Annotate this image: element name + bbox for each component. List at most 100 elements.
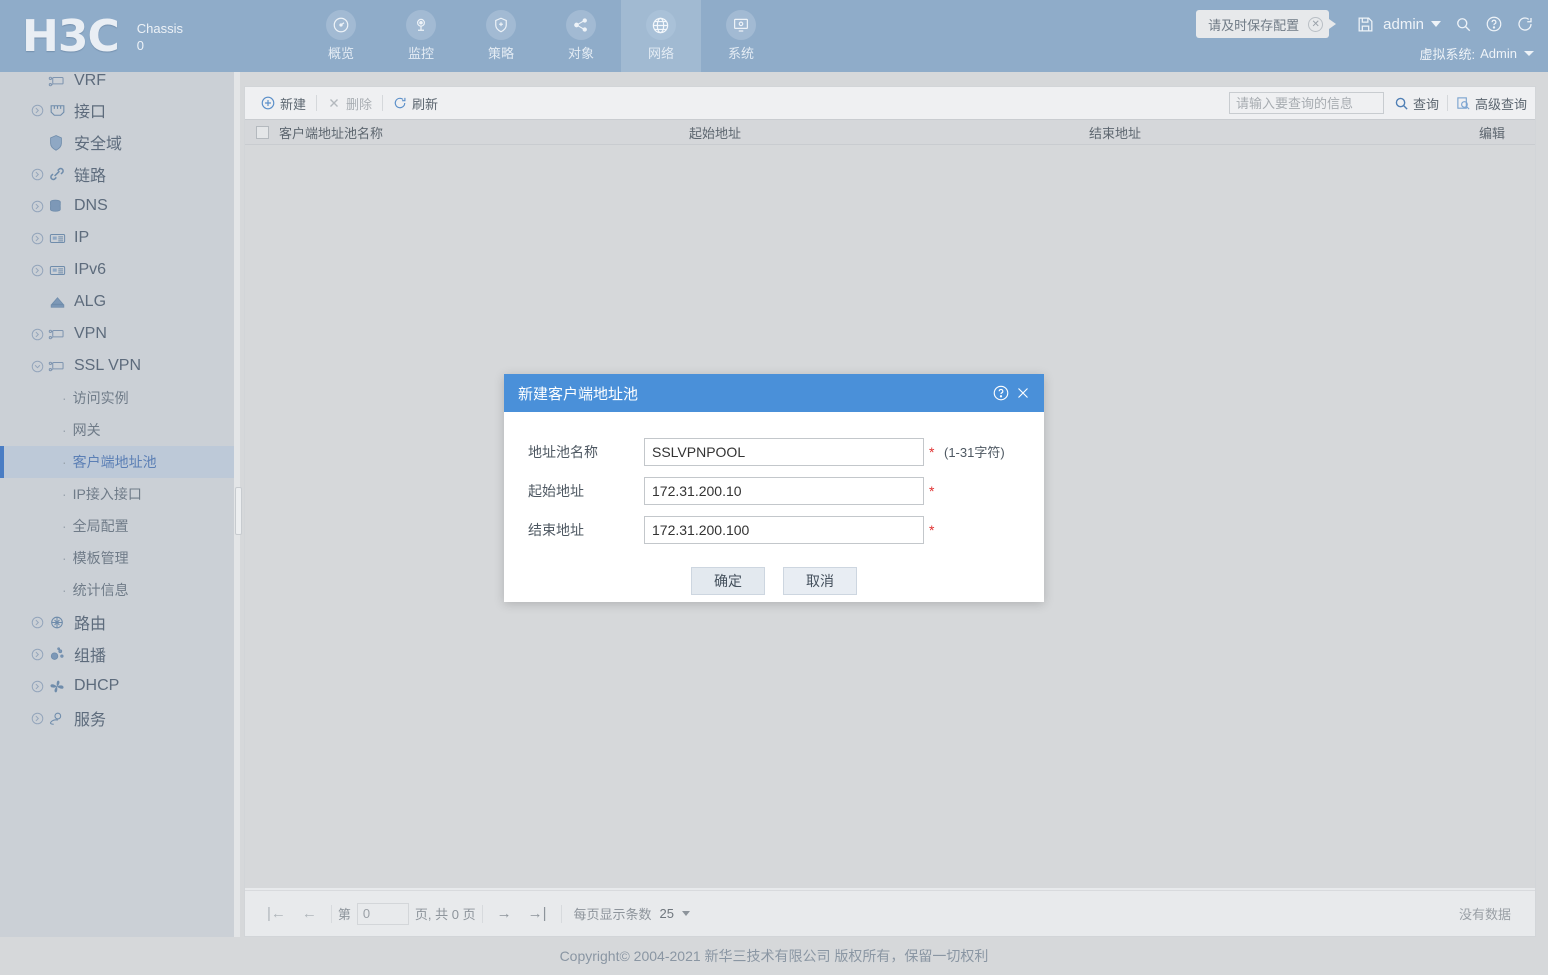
toolbar-search-area: 查询 高级查询 <box>1228 92 1527 114</box>
chevron-down-circle-icon[interactable] <box>30 359 44 373</box>
close-icon[interactable] <box>1014 384 1032 402</box>
admin-menu-label[interactable]: admin <box>1383 16 1424 33</box>
search-input[interactable] <box>1228 92 1384 114</box>
refresh-button[interactable]: 刷新 <box>385 94 446 113</box>
start-address-input[interactable] <box>644 476 924 505</box>
chassis-info: Chassis 0 <box>137 20 183 54</box>
dialog-header: 新建客户端地址池 <box>504 374 1044 412</box>
page-footer: Copyright© 2004-2021 新华三技术有限公司 版权所有，保留一切… <box>0 937 1548 975</box>
sidebar-item-global-config[interactable]: · 全局配置 <box>0 510 236 542</box>
sidebar-navigation: VRF 接口 安全域 链路 DNS IP IPv6 ALG VPN SSL VP… <box>0 72 236 937</box>
nav-tab-monitor[interactable]: 监控 <box>381 0 461 72</box>
sidebar-item-routing[interactable]: 路由 <box>0 606 236 638</box>
nav-tab-system[interactable]: 系统 <box>701 0 781 72</box>
chevron-right-icon[interactable] <box>30 263 44 277</box>
sidebar-item-alg[interactable]: ALG <box>0 286 236 318</box>
sidebar-item-ipv6[interactable]: IPv6 <box>0 254 236 286</box>
vrf-icon <box>48 74 70 89</box>
sidebar-item-ip-access-interface[interactable]: · IP接入接口 <box>0 478 236 510</box>
chevron-right-icon[interactable] <box>30 647 44 661</box>
nav-tab-policy[interactable]: 策略 <box>461 0 541 72</box>
end-address-input[interactable] <box>644 515 924 544</box>
query-button[interactable]: 查询 <box>1394 94 1439 113</box>
sidebar-item-ip-access-interface-label: IP接入接口 <box>72 486 142 502</box>
sidebar-item-ip[interactable]: IP <box>0 222 236 254</box>
sidebar-item-security-zone[interactable]: 安全域 <box>0 126 236 158</box>
alg-icon <box>48 295 70 310</box>
nav-tab-object[interactable]: 对象 <box>541 0 621 72</box>
cancel-button[interactable]: 取消 <box>783 567 857 595</box>
sidebar-item-sslvpn-label: SSL VPN <box>74 357 141 374</box>
sidebar-resize-handle[interactable] <box>235 487 242 535</box>
field-row-end-address: 结束地址 * <box>504 510 1044 549</box>
close-icon[interactable]: ✕ <box>1308 16 1324 32</box>
column-header-edit[interactable]: 编辑 <box>1479 123 1535 142</box>
per-page-select[interactable]: 25 <box>660 906 690 921</box>
gauge-icon <box>325 10 356 40</box>
chevron-right-icon[interactable] <box>30 231 44 245</box>
page-number-input[interactable] <box>356 902 409 925</box>
chevron-right-icon[interactable] <box>30 679 44 693</box>
sidebar-item-template-management[interactable]: · 模板管理 <box>0 542 236 574</box>
sidebar-item-dns-label: DNS <box>74 197 108 214</box>
nav-tab-network[interactable]: 网络 <box>620 0 701 72</box>
next-page-icon[interactable]: → <box>497 905 512 922</box>
help-icon[interactable] <box>992 384 1010 402</box>
last-page-icon[interactable]: →| <box>528 905 547 922</box>
chevron-right-icon[interactable] <box>30 167 44 181</box>
column-header-pool-name[interactable]: 客户端地址池名称 <box>279 123 689 142</box>
delete-button-label: 删除 <box>346 96 373 112</box>
nav-tab-overview[interactable]: 概览 <box>301 0 381 72</box>
vsys-selector[interactable]: 虚拟系统: Admin <box>1420 44 1534 63</box>
sidebar-item-client-address-pool[interactable]: · 客户端地址池 <box>0 446 236 478</box>
sidebar-item-service-label: 服务 <box>74 712 107 729</box>
chevron-down-icon[interactable] <box>1524 51 1534 56</box>
sidebar-item-vpn[interactable]: VPN <box>0 318 236 350</box>
sidebar-item-dns[interactable]: DNS <box>0 190 236 222</box>
sidebar-item-client-address-pool-label: 客户端地址池 <box>72 454 157 470</box>
sidebar-item-access-instance[interactable]: · 访问实例 <box>0 382 236 414</box>
new-client-address-pool-dialog: 新建客户端地址池 地址池名称 * (1-31字符) 起始地址 <box>504 374 1044 602</box>
multicast-icon <box>48 646 70 663</box>
new-button[interactable]: 新建 <box>253 94 314 113</box>
sidebar-item-link-label: 链路 <box>74 168 107 185</box>
vpn-icon <box>48 327 70 342</box>
logout-icon[interactable] <box>1516 15 1534 33</box>
sidebar-item-interface[interactable]: 接口 <box>0 94 236 126</box>
chevron-right-icon[interactable] <box>30 711 44 725</box>
ipv6-icon <box>48 263 70 278</box>
select-all-checkbox[interactable] <box>255 125 269 139</box>
required-marker: * <box>929 443 935 460</box>
sidebar-item-dhcp[interactable]: DHCP <box>0 670 236 702</box>
sidebar-item-link[interactable]: 链路 <box>0 158 236 190</box>
first-page-icon[interactable]: |← <box>267 905 286 922</box>
chevron-right-icon[interactable] <box>30 327 44 341</box>
sidebar-item-dhcp-label: DHCP <box>74 677 120 694</box>
sidebar-item-gateway[interactable]: · 网关 <box>0 414 236 446</box>
advanced-query-button[interactable]: 高级查询 <box>1456 94 1527 113</box>
sidebar-item-statistics[interactable]: · 统计信息 <box>0 574 236 606</box>
chevron-down-icon[interactable] <box>682 911 690 916</box>
prev-page-icon[interactable]: ← <box>302 905 317 922</box>
sidebar-item-service[interactable]: 服务 <box>0 702 236 734</box>
sidebar-item-vrf[interactable]: VRF <box>0 72 236 94</box>
column-header-end-address[interactable]: 结束地址 <box>1089 123 1479 142</box>
pager-divider <box>560 904 562 923</box>
sidebar-item-sslvpn[interactable]: SSL VPN <box>0 350 236 382</box>
delete-button[interactable]: 删除 <box>319 94 380 113</box>
ok-button[interactable]: 确定 <box>691 567 765 595</box>
column-header-start-address[interactable]: 起始地址 <box>689 123 1089 142</box>
chevron-right-icon[interactable] <box>30 199 44 213</box>
dialog-title: 新建客户端地址池 <box>518 385 639 403</box>
chevron-right-icon[interactable] <box>30 615 44 629</box>
chevron-right-icon[interactable] <box>30 103 44 117</box>
chevron-down-icon[interactable] <box>1431 21 1441 27</box>
save-icon[interactable] <box>1356 15 1375 34</box>
application-window: H3C Chassis 0 概览 监控 策略 对象 网络 系统 请及时保存配置 … <box>0 0 1548 975</box>
pool-name-hint: (1-31字符) <box>944 445 1005 460</box>
sidebar-item-multicast[interactable]: 组播 <box>0 638 236 670</box>
pool-name-input[interactable] <box>644 437 924 466</box>
help-icon[interactable] <box>1485 15 1503 33</box>
search-icon[interactable] <box>1454 15 1472 33</box>
sidebar-item-template-management-label: 模板管理 <box>72 550 129 566</box>
